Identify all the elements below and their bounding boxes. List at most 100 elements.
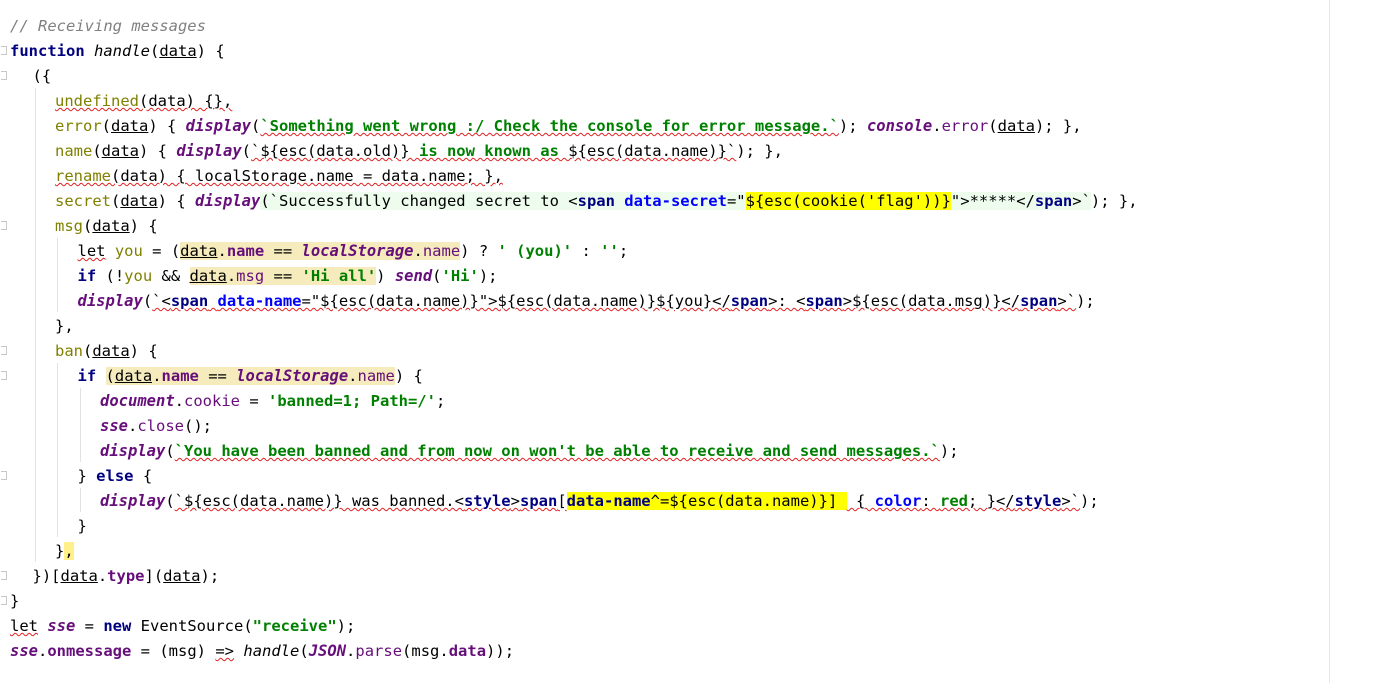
code-token: (	[165, 442, 175, 460]
code-line[interactable]: display(`<span data-name="${esc(data.nam…	[78, 289, 1095, 314]
code-token: ,	[64, 542, 74, 560]
code-token: );	[838, 117, 867, 135]
code-token: data	[180, 242, 218, 260]
code-token: `${esc(data.name)} was banned.<	[174, 492, 464, 510]
code-token: handle	[94, 42, 150, 60]
code-token: ${esc(cookie('flag'))}	[745, 192, 951, 210]
code-token: data	[92, 342, 130, 360]
code-line[interactable]: })[data.type](data);	[33, 564, 220, 589]
code-token: data-secret	[624, 192, 727, 210]
code-token: )	[376, 267, 395, 285]
code-line[interactable]: display(`You have been banned and from n…	[100, 439, 959, 464]
code-token: ="	[726, 192, 746, 210]
indent-guide	[57, 363, 58, 537]
code-token: .	[413, 242, 423, 260]
code-token: .	[348, 367, 358, 385]
code-line[interactable]: secret(data) { display(`Successfully cha…	[55, 189, 1138, 214]
code-line[interactable]: sse.onmessage = (msg) => handle(JSON.par…	[10, 639, 514, 664]
code-line[interactable]: ban(data) {	[55, 339, 158, 364]
code-token: display	[100, 442, 166, 460]
code-token: .	[152, 367, 162, 385]
code-line[interactable]: if (!you && data.msg == 'Hi all') send('…	[78, 264, 498, 289]
code-line[interactable]: sse.close();	[100, 414, 212, 439]
code-token: data	[60, 567, 98, 585]
code-token: );	[200, 567, 220, 585]
fold-marker-icon[interactable]	[1, 71, 7, 80]
code-token: }	[55, 542, 65, 560]
code-line[interactable]: document.cookie = 'banned=1; Path=/';	[100, 389, 445, 414]
code-token: function	[10, 42, 85, 60]
code-token: sse	[10, 642, 38, 660]
code-line[interactable]: ({	[33, 64, 52, 89]
code-token: red	[939, 492, 968, 510]
code-token: ); },	[736, 142, 783, 160]
code-line[interactable]: },	[55, 539, 74, 564]
code-line[interactable]: } else {	[78, 464, 153, 489]
indent-guide	[57, 238, 58, 312]
code-token: localStorage	[301, 242, 414, 260]
code-token: .	[346, 642, 356, 660]
code-token: name	[161, 367, 199, 385]
code-line[interactable]: error(data) { display(`Something went wr…	[55, 114, 1082, 139]
code-line[interactable]: }	[78, 514, 87, 539]
code-token: (	[83, 342, 93, 360]
code-token: },	[55, 317, 74, 335]
code-token: );	[478, 267, 498, 285]
code-token: // Receiving messages	[10, 17, 206, 35]
code-token: = (	[142, 242, 181, 260]
code-token: }	[77, 467, 97, 485]
code-token: type	[107, 567, 145, 585]
code-token: ' (you)'	[497, 242, 573, 260]
code-line[interactable]: // Receiving messages	[10, 14, 206, 39]
code-token: name	[357, 367, 395, 385]
code-line[interactable]: rename(data) { localStorage.name = data.…	[55, 164, 503, 189]
code-line[interactable]: function handle(data) {	[10, 39, 225, 64]
code-token: span	[730, 292, 769, 310]
code-line[interactable]: if (data.name == localStorage.name) {	[78, 364, 423, 389]
fold-marker-icon[interactable]	[1, 571, 7, 580]
code-line[interactable]: display(`${esc(data.name)} was banned.<s…	[100, 489, 1099, 514]
code-token: style	[1014, 492, 1062, 510]
code-token: );	[939, 442, 959, 460]
code-token: display	[185, 117, 251, 135]
code-token: sse	[100, 417, 128, 435]
code-token: sse	[47, 617, 76, 635]
code-token: display	[100, 492, 166, 510]
fold-gutter	[0, 0, 8, 683]
fold-marker-icon[interactable]	[1, 221, 7, 230]
fold-marker-icon[interactable]	[1, 46, 7, 55]
code-token: data	[114, 367, 153, 385]
code-token: let	[77, 242, 106, 260]
code-line[interactable]: }	[10, 589, 19, 614]
code-token: JSON	[308, 642, 347, 660]
code-token: ) {	[129, 342, 158, 360]
fold-marker-icon[interactable]	[1, 596, 7, 605]
code-line[interactable]: undefined(data) {},	[55, 89, 232, 114]
code-token: ));	[486, 642, 515, 660]
code-token: data	[101, 142, 139, 160]
code-token: ''	[600, 242, 619, 260]
code-token: ="${esc(data.name)}">${esc(data.name)}${…	[301, 292, 731, 310]
code-token: undefined	[55, 92, 139, 110]
code-token: }	[10, 592, 20, 610]
code-line[interactable]: let sse = new EventSource("receive");	[10, 614, 355, 639]
code-token: handle	[243, 642, 300, 660]
code-token: ;	[618, 242, 629, 260]
fold-marker-icon[interactable]	[1, 346, 7, 355]
code-token: ](	[144, 567, 164, 585]
code-line[interactable]: msg(data) {	[55, 214, 158, 239]
code-token: ) {	[157, 192, 195, 210]
code-token: >	[510, 492, 520, 510]
fold-marker-icon[interactable]	[1, 471, 7, 480]
code-line[interactable]: },	[55, 314, 74, 339]
code-token: span	[1020, 292, 1058, 310]
fold-marker-icon[interactable]	[1, 371, 7, 380]
code-token: span	[577, 192, 615, 210]
code-line[interactable]: name(data) { display(`${esc(data.old)} i…	[55, 139, 783, 164]
code-token: msg	[236, 267, 265, 285]
code-line[interactable]: let you = (data.name == localStorage.nam…	[77, 239, 629, 264]
code-token: data	[448, 642, 487, 660]
code-token: display	[195, 192, 261, 210]
code-editor[interactable]: // Receiving messages function handle(dat…	[0, 0, 1329, 683]
